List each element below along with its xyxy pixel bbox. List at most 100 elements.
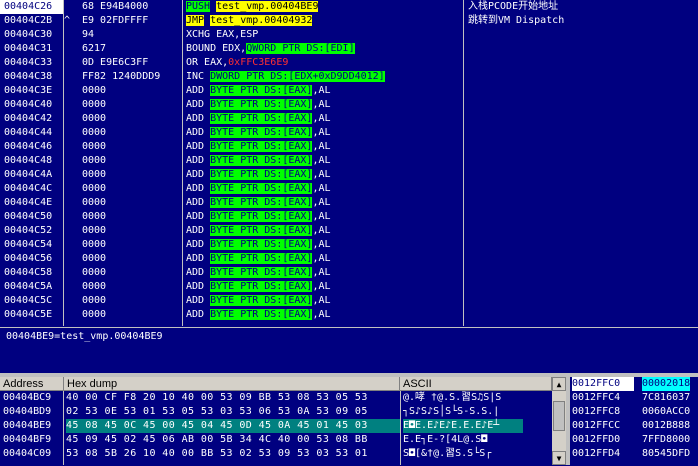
instruction-text: ADD BYTE PTR DS:[EAX],AL [186, 168, 331, 182]
disasm-row[interactable]: 00404C38 FF82 1240DDD9 INC DWORD PTR DS:[E… [0, 70, 698, 84]
instruction-bytes: 0000 [82, 113, 107, 124]
disasm-row[interactable]: 00404C31 6217 BOUND EDX,QWORD PTR DS:[EDI] [0, 42, 698, 56]
disasm-row[interactable]: 00404C40 0000 ADD BYTE PTR DS:[EAX],AL [0, 98, 698, 112]
disassembly-pane[interactable]: 00404C26 68 E94B4000 PUSH test_vmp.00404BE… [0, 0, 698, 326]
disasm-row[interactable]: 00404C52 0000 ADD BYTE PTR DS:[EAX],AL [0, 224, 698, 238]
dump-address: 00404BD9 [3, 406, 52, 417]
instruction-address: 00404C4E [4, 197, 53, 208]
instruction-address: 00404C5E [4, 309, 53, 320]
disasm-row[interactable]: 00404C4A 0000 ADD BYTE PTR DS:[EAX],AL [0, 168, 698, 182]
instruction-bytes: 0000 [82, 225, 107, 236]
dump-row[interactable]: 00404BC9 40 00 CF F8 20 10 40 00 53 09 BB… [0, 391, 566, 405]
disasm-row[interactable]: 00404C48 0000 ADD BYTE PTR DS:[EAX],AL [0, 154, 698, 168]
instruction-text: INC DWORD PTR DS:[EDX+0xD9DD4012] [186, 70, 385, 84]
dump-row[interactable]: 00404BD9 02 53 0E 53 01 53 05 53 03 53 06… [0, 405, 566, 419]
stack-row[interactable]: 0012FFC0 00002018 [570, 377, 698, 391]
disasm-row[interactable]: 00404C2B ^ E9 02FDFFFF JMP test_vmp.0040493… [0, 14, 698, 28]
instruction-bytes: 0000 [82, 141, 107, 152]
instruction-bytes: 0000 [82, 127, 107, 138]
instruction-mnemonic: JMP [186, 15, 205, 26]
instruction-bytes: 0D E9E6C3FF [82, 57, 149, 68]
column-header-hex-dump[interactable]: Hex dump [64, 377, 400, 391]
stack-row[interactable]: 0012FFCC 0012B888 [570, 419, 698, 433]
dump-row[interactable]: 00404BE9 45 08 45 0C 45 00 45 04 45 0D 45… [0, 419, 566, 433]
stack-value: 0012B888 [642, 420, 691, 431]
memory-dump-pane[interactable]: Address Hex dump ASCII 00404BC9 40 00 CF … [0, 377, 566, 465]
disasm-row[interactable]: 00404C58 0000 ADD BYTE PTR DS:[EAX],AL [0, 266, 698, 280]
instruction-prefix: ADD [186, 239, 211, 250]
instruction-address: 00404C44 [4, 127, 53, 138]
scroll-down-icon[interactable]: ▼ [552, 451, 566, 465]
instruction-operand: BYTE PTR DS:[EAX] [210, 267, 313, 278]
disasm-row[interactable]: 00404C26 68 E94B4000 PUSH test_vmp.00404BE… [0, 0, 698, 14]
instruction-text: ADD BYTE PTR DS:[EAX],AL [186, 196, 331, 210]
disasm-row[interactable]: 00404C46 0000 ADD BYTE PTR DS:[EAX],AL [0, 140, 698, 154]
instruction-operand: BYTE PTR DS:[EAX] [210, 99, 313, 110]
stack-address: 0012FFD0 [572, 434, 621, 445]
disasm-row[interactable]: 00404C44 0000 ADD BYTE PTR DS:[EAX],AL [0, 126, 698, 140]
disasm-row[interactable]: 00404C5A 0000 ADD BYTE PTR DS:[EAX],AL [0, 280, 698, 294]
instruction-text: ADD BYTE PTR DS:[EAX],AL [186, 252, 331, 266]
instruction-prefix: ADD [186, 295, 211, 306]
instruction-suffix: ,AL [312, 211, 331, 222]
scrollbar-thumb[interactable] [553, 401, 565, 431]
scroll-up-icon[interactable]: ▲ [552, 377, 566, 391]
jump-arrow-icon [64, 70, 74, 84]
instruction-prefix: ADD [186, 169, 211, 180]
dump-vertical-scrollbar[interactable]: ▲ ▼ [552, 377, 566, 465]
instruction-suffix: ,AL [312, 267, 331, 278]
instruction-address: 00404C54 [4, 239, 53, 250]
instruction-text: ADD BYTE PTR DS:[EAX],AL [186, 294, 331, 308]
jump-arrow-icon [64, 0, 74, 14]
dump-address: 00404BE9 [3, 420, 52, 431]
info-text: 00404BE9=test_vmp.00404BE9 [6, 331, 163, 342]
instruction-bytes: 0000 [82, 267, 107, 278]
jump-arrow-icon [64, 42, 74, 56]
instruction-operand: BYTE PTR DS:[EAX] [210, 155, 313, 166]
instruction-address: 00404C46 [4, 141, 53, 152]
stack-row[interactable]: 0012FFD0 7FFD8000 [570, 433, 698, 447]
column-header-address[interactable]: Address [0, 377, 64, 391]
disasm-row[interactable]: 00404C3E 0000 ADD BYTE PTR DS:[EAX],AL [0, 84, 698, 98]
disasm-row[interactable]: 00404C56 0000 ADD BYTE PTR DS:[EAX],AL [0, 252, 698, 266]
stack-row[interactable]: 0012FFD4 80545DFD [570, 447, 698, 461]
disasm-row[interactable]: 00404C5C 0000 ADD BYTE PTR DS:[EAX],AL [0, 294, 698, 308]
instruction-operand: BYTE PTR DS:[EAX] [210, 295, 313, 306]
disasm-row[interactable]: 00404C4E 0000 ADD BYTE PTR DS:[EAX],AL [0, 196, 698, 210]
instruction-address: 00404C40 [4, 99, 53, 110]
jump-arrow-icon [64, 28, 74, 42]
instruction-bytes: 0000 [82, 309, 107, 320]
jump-arrow-icon [64, 196, 74, 210]
dump-address: 00404C09 [3, 448, 52, 459]
instruction-operand: test_vmp.00404932 [210, 15, 313, 26]
instruction-suffix: ,AL [312, 113, 331, 124]
instruction-prefix: ADD [186, 253, 211, 264]
disasm-row[interactable]: 00404C30 94 XCHG EAX,ESP [0, 28, 698, 42]
jump-arrow-icon [64, 266, 74, 280]
disasm-row[interactable]: 00404C50 0000 ADD BYTE PTR DS:[EAX],AL [0, 210, 698, 224]
disasm-row[interactable]: 00404C4C 0000 ADD BYTE PTR DS:[EAX],AL [0, 182, 698, 196]
instruction-prefix: ADD [186, 113, 211, 124]
instruction-bytes: 0000 [82, 155, 107, 166]
disasm-row[interactable]: 00404C33 0D E9E6C3FF OR EAX,0xFFC3E6E9 [0, 56, 698, 70]
stack-row[interactable]: 0012FFC4 7C816037 [570, 391, 698, 405]
column-header-ascii[interactable]: ASCII [400, 377, 552, 391]
instruction-text: ADD BYTE PTR DS:[EAX],AL [186, 112, 331, 126]
stack-row[interactable]: 0012FFC8 0060ACC0 [570, 405, 698, 419]
disasm-row[interactable]: 00404C42 0000 ADD BYTE PTR DS:[EAX],AL [0, 112, 698, 126]
instruction-bytes: FF82 1240DDD9 [82, 71, 161, 82]
stack-address: 0012FFC0 [572, 377, 634, 391]
instruction-operand: test_vmp.00404BE9 [216, 1, 319, 12]
stack-pane[interactable]: 0012FFC0 00002018 0012FFC4 7C816037 0012FFC8… [570, 377, 698, 465]
dump-row[interactable]: 00404C09 53 08 5B 26 10 40 00 BB 53 02 53… [0, 447, 566, 461]
instruction-text: ADD BYTE PTR DS:[EAX],AL [186, 154, 331, 168]
instruction-text: BOUND EDX,QWORD PTR DS:[EDI] [186, 42, 355, 56]
instruction-text: ADD BYTE PTR DS:[EAX],AL [186, 140, 331, 154]
stack-value: 7C816037 [642, 392, 691, 403]
instruction-prefix: BOUND EDX, [186, 43, 247, 54]
dump-row[interactable]: 00404BF9 45 09 45 02 45 06 AB 00 5B 34 4C… [0, 433, 566, 447]
disasm-row[interactable]: 00404C5E 0000 ADD BYTE PTR DS:[EAX],AL [0, 308, 698, 322]
disasm-row[interactable]: 00404C54 0000 ADD BYTE PTR DS:[EAX],AL [0, 238, 698, 252]
dump-ascii: ┐S♪S♪S│S└S-S.S.| [403, 406, 500, 417]
instruction-bytes: 0000 [82, 183, 107, 194]
